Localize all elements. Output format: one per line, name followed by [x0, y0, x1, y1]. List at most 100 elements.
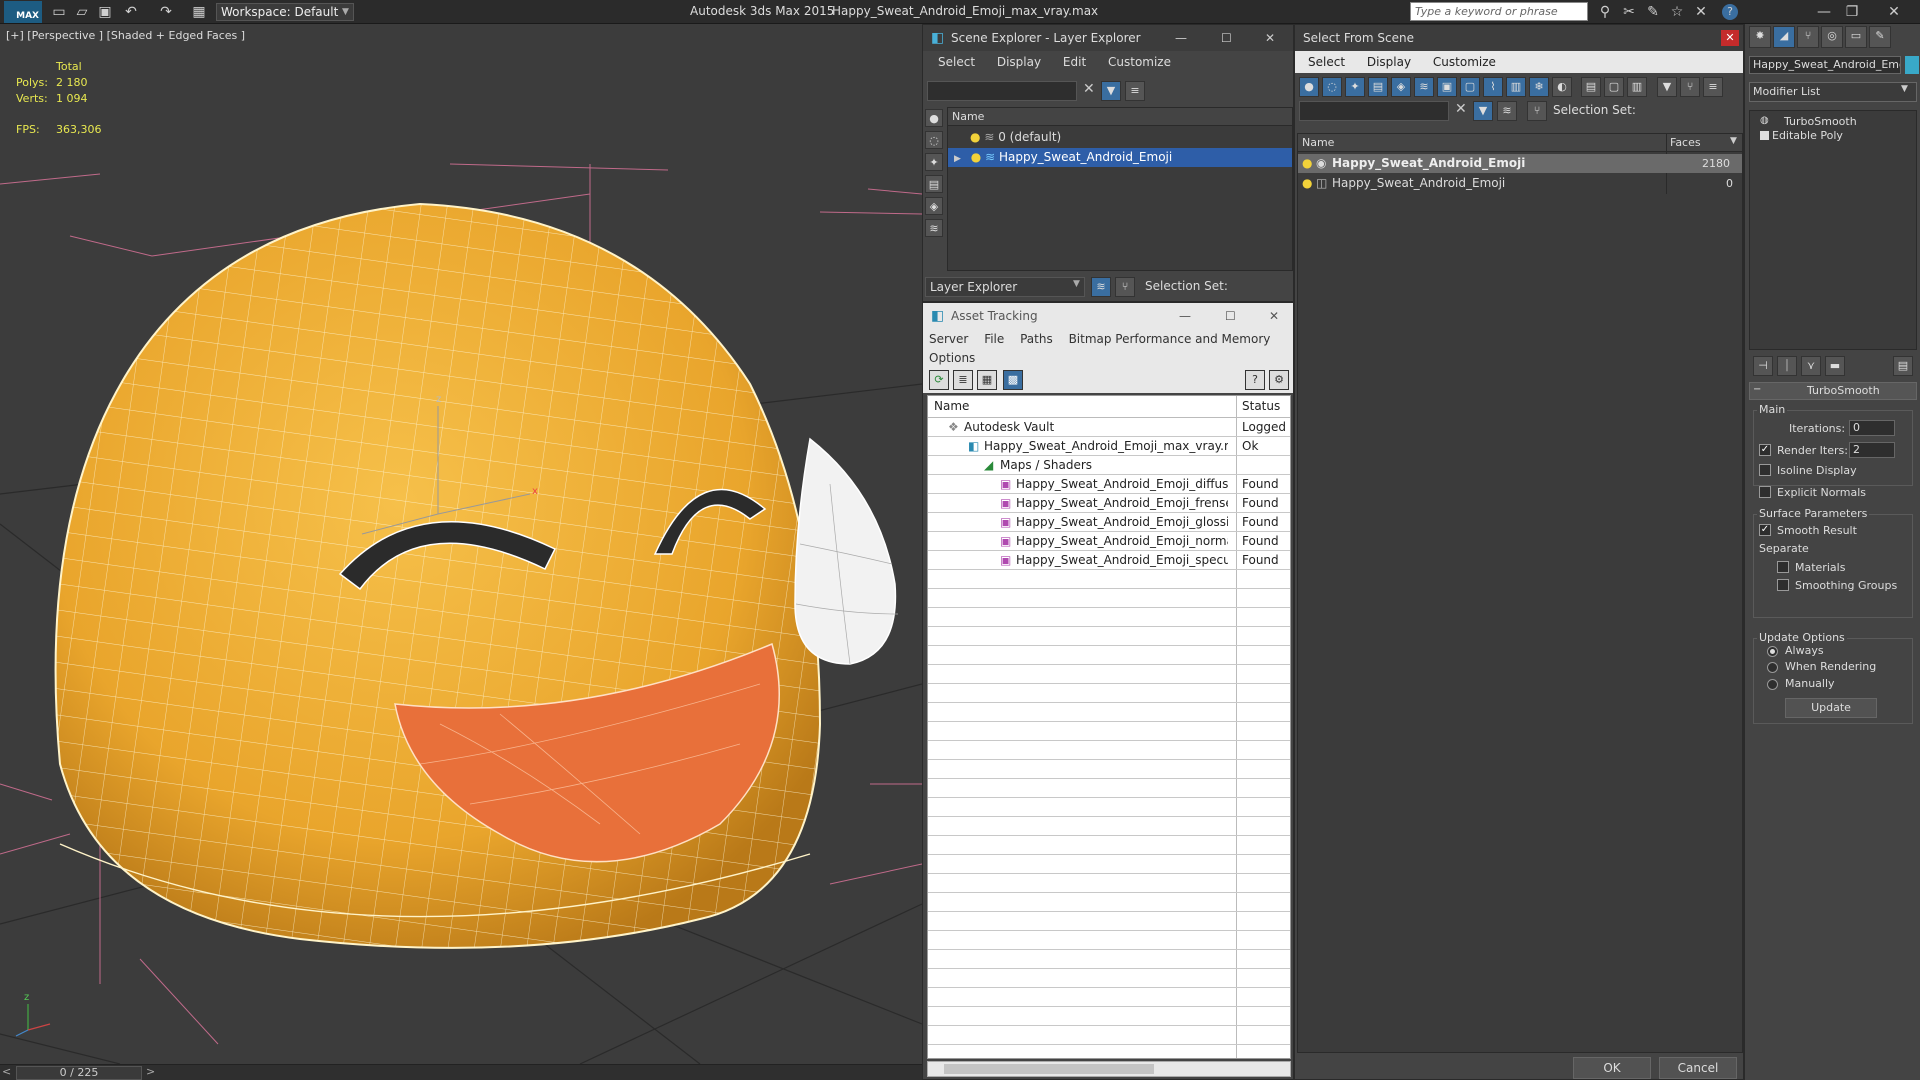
menu-edit[interactable]: Edit	[1054, 51, 1095, 73]
pin-stack-icon[interactable]: ⊣	[1753, 356, 1773, 376]
display-geometry-icon[interactable]: ●	[1299, 77, 1319, 97]
chevron-down-icon[interactable]: ▼	[342, 3, 349, 21]
utilities-tab-icon[interactable]: ✎	[1869, 26, 1891, 48]
display-lights-icon[interactable]: ✦	[1345, 77, 1365, 97]
select-from-scene-titlebar[interactable]: Select From Scene ✕	[1295, 25, 1743, 51]
menu-select[interactable]: Select	[1299, 51, 1354, 73]
col-header-name[interactable]: Name	[934, 399, 969, 413]
filter-toggle-icon[interactable]: ▼	[1473, 101, 1493, 121]
bulb-icon[interactable]: ●	[1302, 154, 1312, 173]
modify-tab-icon[interactable]: ◢	[1773, 26, 1795, 48]
isoline-display-checkbox[interactable]	[1759, 464, 1771, 476]
asset-row[interactable]: ▣ Happy_Sweat_Android_Emoji_normal.... Fou…	[928, 532, 1290, 551]
chevron-down-icon[interactable]: ▼	[1073, 279, 1080, 289]
iterations-spinner[interactable]: 0	[1849, 420, 1895, 436]
make-unique-icon[interactable]: ⋎	[1801, 356, 1821, 376]
sort-arrow-icon[interactable]: ▼	[1730, 136, 1737, 146]
layer-explorer-icon[interactable]: ≋	[1091, 277, 1111, 297]
menu-customize[interactable]: Customize	[1424, 51, 1505, 73]
always-radio[interactable]	[1767, 646, 1778, 657]
scene-explorer-search-input[interactable]	[927, 81, 1077, 101]
menu-display[interactable]: Display	[1358, 51, 1420, 73]
undo-icon[interactable]: ↶	[122, 3, 140, 21]
maximize-icon[interactable]: ☐	[1225, 303, 1236, 329]
bulb-icon[interactable]: ●	[971, 150, 981, 164]
asset-row[interactable]: ▣ Happy_Sweat_Android_Emoji_diffuse.p... F…	[928, 475, 1290, 494]
explorer-type-dropdown[interactable]: Layer Explorer	[925, 277, 1085, 297]
prev-frame-icon[interactable]: <	[2, 1065, 11, 1078]
settings-icon[interactable]: ⚙	[1269, 370, 1289, 390]
object-color-swatch[interactable]	[1905, 56, 1919, 74]
when-rendering-radio[interactable]	[1767, 662, 1778, 673]
clear-search-icon[interactable]: ✕	[1083, 81, 1095, 97]
close-icon[interactable]: ✕	[1880, 2, 1908, 22]
display-xrefs-icon[interactable]: ▢	[1460, 77, 1480, 97]
materials-checkbox[interactable]	[1777, 561, 1789, 573]
table-view-icon[interactable]: ▩	[1003, 370, 1023, 390]
chevron-down-icon[interactable]: ▼	[1901, 84, 1908, 94]
open-file-icon[interactable]: ▱	[73, 3, 91, 21]
options-icon[interactable]: ≡	[1703, 77, 1723, 97]
filter-icon[interactable]: ▼	[1101, 81, 1121, 101]
object-row-selected[interactable]: ● ◉ Happy_Sweat_Android_Emoji 2180	[1298, 154, 1742, 173]
filter-icon[interactable]: ▼	[1657, 77, 1677, 97]
hierarchy-filter-icon[interactable]: ⑂	[1527, 101, 1547, 121]
scrollbar-thumb[interactable]	[944, 1064, 1154, 1074]
scene-explorer-titlebar[interactable]: ◧ Scene Explorer - Layer Explorer — ☐ ✕	[923, 25, 1293, 51]
stack-item-editable-poly[interactable]: Editable Poly	[1772, 129, 1843, 142]
detail-view-icon[interactable]: ▦	[977, 370, 997, 390]
display-helpers-icon[interactable]: ◈	[925, 197, 943, 215]
col-header-name[interactable]: Name	[1302, 136, 1334, 149]
create-tab-icon[interactable]: ✸	[1749, 26, 1771, 48]
select-none-icon[interactable]: ▢	[1604, 77, 1624, 97]
viewport-label[interactable]: [+] [Perspective ] [Shaded + Edged Faces…	[6, 29, 245, 42]
layer-list-header-name[interactable]: Name	[948, 108, 1292, 126]
expand-box-icon[interactable]	[1760, 131, 1769, 140]
motion-tab-icon[interactable]: ◎	[1821, 26, 1843, 48]
help-icon[interactable]: ?	[1245, 370, 1265, 390]
project-folder-icon[interactable]: ▦	[190, 3, 208, 21]
ok-button[interactable]: OK	[1573, 1057, 1651, 1079]
remove-modifier-icon[interactable]: ▬	[1825, 356, 1845, 376]
menu-server[interactable]: Server	[923, 329, 974, 349]
display-spacewarps-icon[interactable]: ≋	[925, 219, 943, 237]
minimize-icon[interactable]: —	[1175, 25, 1187, 51]
save-file-icon[interactable]: ▣	[96, 3, 114, 21]
display-containers-icon[interactable]: ▥	[1506, 77, 1526, 97]
layer-row-default[interactable]: ● ≋ 0 (default)	[948, 128, 1292, 147]
display-tab-icon[interactable]: ▭	[1845, 26, 1867, 48]
render-iters-spinner[interactable]: 2	[1849, 442, 1895, 458]
select-search-input[interactable]	[1299, 101, 1449, 121]
show-end-result-icon[interactable]: ⏐	[1777, 356, 1797, 376]
communication-icon[interactable]: ✕	[1692, 3, 1710, 21]
menu-display[interactable]: Display	[988, 51, 1050, 73]
menu-customize[interactable]: Customize	[1099, 51, 1180, 73]
asset-row[interactable]: ▣ Happy_Sweat_Android_Emoji_glossine... Fo…	[928, 513, 1290, 532]
perspective-viewport[interactable]: z x z [+] [Perspective ] [Shaded + Edged…	[0, 24, 922, 1064]
menu-select[interactable]: Select	[929, 51, 984, 73]
tools-icon[interactable]: ✂	[1620, 3, 1638, 21]
filter-options-icon[interactable]: ≡	[1125, 81, 1145, 101]
display-cameras-icon[interactable]: ▤	[1368, 77, 1388, 97]
object-name-field[interactable]: Happy_Sweat_Android_Emoji	[1749, 56, 1901, 74]
workspace-dropdown[interactable]: Workspace: Default	[216, 3, 354, 21]
maximize-icon[interactable]: ☐	[1221, 25, 1232, 51]
update-button[interactable]: Update	[1785, 698, 1877, 718]
asset-tracking-titlebar[interactable]: ◧ Asset Tracking — ☐ ✕	[923, 303, 1293, 329]
menu-file[interactable]: File	[978, 329, 1010, 349]
layer-row-emoji[interactable]: ▶ ● ≋ Happy_Sweat_Android_Emoji	[948, 148, 1292, 167]
minimize-icon[interactable]: —	[1179, 303, 1191, 329]
asset-row[interactable]: ▣ Happy_Sweat_Android_Emoji_frensel.p... F…	[928, 494, 1290, 513]
expand-arrow-icon[interactable]: ▶	[954, 154, 961, 164]
collapse-icon[interactable]: −	[1753, 384, 1761, 395]
time-slider[interactable]: 0 / 225	[16, 1066, 142, 1080]
app-logo-icon[interactable]: MAX	[4, 1, 42, 23]
star-icon[interactable]: ☆	[1668, 3, 1686, 21]
close-icon[interactable]: ✕	[1721, 30, 1739, 46]
hierarchy-icon[interactable]: ⑂	[1115, 277, 1135, 297]
binoculars-icon[interactable]: ⚲	[1596, 3, 1614, 21]
object-row[interactable]: ● ◫ Happy_Sweat_Android_Emoji 0	[1298, 174, 1742, 193]
bulb-icon[interactable]: ●	[1302, 174, 1312, 193]
menu-paths[interactable]: Paths	[1014, 329, 1059, 349]
search-input[interactable]: Type a keyword or phrase	[1410, 2, 1588, 21]
